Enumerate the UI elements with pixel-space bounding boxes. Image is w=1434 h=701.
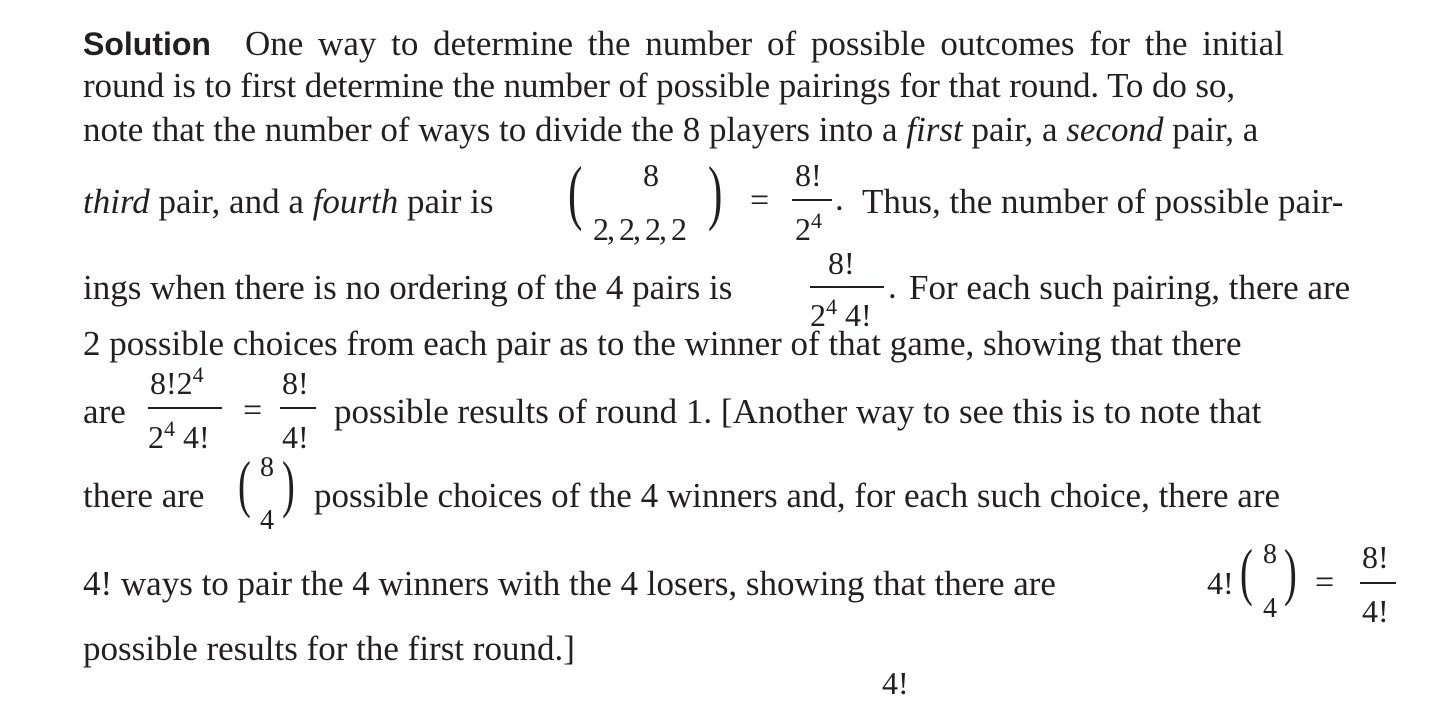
line6-words: 2 possible choices from each pair as to … — [83, 324, 1242, 363]
frac5-denominator: 4! — [1362, 593, 1389, 629]
frac2-bar — [810, 286, 884, 288]
frac1-denominator: 24 — [795, 208, 822, 247]
line10-words: possible results for the first round.] — [83, 629, 575, 668]
line7-pre: are — [83, 392, 126, 431]
line4-emph-fourth: fourth — [312, 182, 399, 221]
binom2-top: 8 — [1263, 539, 1277, 570]
line1-words: One way to determine the number of possi… — [245, 24, 1284, 63]
binom1-left-paren: ( — [238, 448, 251, 519]
line2-words: round is to first determine the number o… — [83, 66, 1235, 105]
solution-label: Solution — [83, 26, 211, 62]
frac3-numerator: 8!24 — [150, 362, 204, 401]
frac2-numerator: 8! — [828, 245, 855, 281]
line9-coefficient: 4! — [1207, 565, 1234, 601]
line8-pre: there are — [83, 476, 205, 515]
frac3-bar — [148, 407, 222, 409]
text-line-1: Solution One way to determine the number… — [83, 24, 1405, 64]
line4-mid2: pair is — [406, 182, 494, 221]
line3-post: pair, a — [1172, 110, 1259, 149]
line3-pre: note that the number of ways to divide t… — [83, 110, 898, 149]
multinomial-bottom: 2, 2, 2, 2 — [593, 211, 687, 247]
binom1-right-paren: ) — [282, 448, 295, 519]
frac5-numerator: 8! — [1362, 539, 1389, 575]
frac4-numerator: 8! — [282, 365, 309, 401]
line3-emph-second: second — [1066, 110, 1164, 149]
line9-pre: 4! ways to pair the 4 winners with the 4… — [83, 564, 1056, 603]
line5-post: For each such pairing, there are — [909, 268, 1351, 307]
line3-mid: pair, a — [971, 110, 1058, 149]
line1-text: One way to determine the number of possi… — [245, 24, 1405, 64]
binom2-right-paren: ) — [1284, 536, 1297, 607]
cutoff-text: 4! — [882, 665, 909, 701]
frac1-bar — [792, 199, 832, 201]
frac3-denominator: 24 4! — [148, 416, 210, 455]
binom2-left-paren: ( — [1240, 536, 1253, 607]
frac5-bar — [1360, 582, 1396, 584]
multinomial-right-paren: ) — [708, 152, 723, 232]
equals-sign-3: = — [1315, 564, 1335, 601]
binom1-top: 8 — [260, 452, 274, 483]
frac1-period: . — [835, 179, 844, 218]
binom2-bottom: 4 — [1263, 593, 1277, 624]
equals-sign-1: = — [750, 182, 770, 219]
text-line-3: note that the number of ways to divide t… — [83, 110, 1405, 150]
text-line-10: possible results for the first round.] — [83, 629, 1405, 669]
line4-post: Thus, the number of possible pair- — [862, 182, 1344, 221]
line7-post: possible results of round 1. [Another wa… — [334, 392, 1262, 431]
frac1-numerator: 8! — [795, 157, 822, 193]
frac2-period: . — [888, 267, 897, 306]
equals-sign-2: = — [243, 392, 263, 429]
line8-post: possible choices of the 4 winners and, f… — [314, 476, 1281, 515]
line5-pre: ings when there is no ordering of the 4 … — [83, 268, 733, 307]
text-line-2: round is to first determine the number o… — [83, 66, 1405, 106]
line4-emph-third: third — [83, 182, 150, 221]
multinomial-left-paren: ( — [568, 152, 583, 232]
binom1-bottom: 4 — [260, 505, 274, 536]
frac4-bar — [280, 407, 316, 409]
multinomial-top: 8 — [643, 157, 659, 193]
text-line-6: 2 possible choices from each pair as to … — [83, 324, 1405, 364]
line4-mid1: pair, and a — [158, 182, 304, 221]
line3-emph-first: first — [906, 110, 963, 149]
